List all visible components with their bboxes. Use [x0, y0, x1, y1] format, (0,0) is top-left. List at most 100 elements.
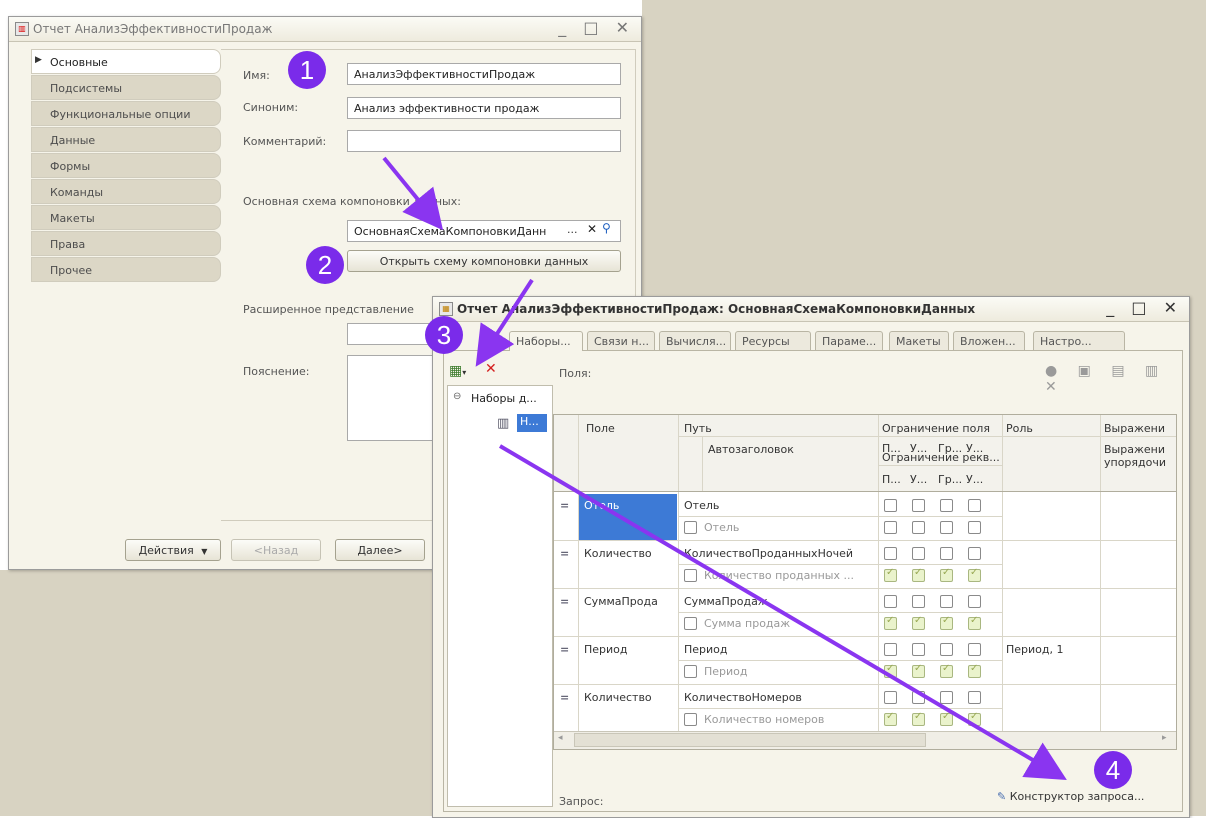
query-builder-icon: ✎ — [997, 790, 1007, 803]
sidebar-tab-6[interactable]: Макеты — [31, 205, 221, 230]
attr-restriction-checkbox[interactable] — [940, 521, 953, 534]
sidebar-tab-8[interactable]: Прочее — [31, 257, 221, 282]
attr-restriction-checkbox[interactable] — [968, 521, 981, 534]
window2-titlebar[interactable]: ▦ Отчет АнализЭффективностиПродаж: Основ… — [433, 297, 1189, 322]
schema-tab-5[interactable]: Макеты — [889, 331, 949, 351]
synonym-input[interactable]: Анализ эффективности продаж — [347, 97, 621, 119]
sidebar-tab-4[interactable]: Формы — [31, 153, 221, 178]
field-restriction-checkbox[interactable] — [912, 643, 925, 656]
explanation-textarea[interactable] — [347, 355, 435, 441]
attr-restriction-checkbox[interactable] — [884, 615, 897, 630]
scroll-thumb[interactable] — [574, 733, 926, 747]
actions-button[interactable]: Действия ▼ — [125, 539, 221, 561]
schema-tab-0[interactable]: Наборы... — [509, 331, 583, 351]
sidebar-tab-0[interactable]: Основные — [31, 49, 221, 74]
schema-tab-2[interactable]: Вычисля... — [659, 331, 731, 351]
tree-collapse-icon[interactable]: ⊖ — [453, 391, 461, 402]
marker-2: 2 — [306, 246, 344, 284]
schema-tab-7[interactable]: Настро... — [1033, 331, 1125, 351]
schema-input[interactable]: ОсновнаяСхемаКомпоновкиДанн — [347, 220, 621, 242]
attr-restriction-checkbox[interactable] — [912, 663, 925, 678]
sidebar-tab-5[interactable]: Команды — [31, 179, 221, 204]
field-restriction-checkbox[interactable] — [912, 691, 925, 704]
attr-restriction-checkbox[interactable] — [968, 567, 981, 582]
attr-restriction-checkbox[interactable] — [940, 567, 953, 582]
field-restriction-checkbox[interactable] — [912, 547, 925, 560]
attr-restriction-checkbox[interactable] — [884, 567, 897, 582]
field-restriction-checkbox[interactable] — [968, 691, 981, 704]
attr-restriction-checkbox[interactable] — [968, 663, 981, 678]
sidebar-tab-3[interactable]: Данные — [31, 127, 221, 152]
sidebar-tab-7[interactable]: Права — [31, 231, 221, 256]
extended-representation-input[interactable] — [347, 323, 435, 345]
field-restriction-checkbox[interactable] — [912, 499, 925, 512]
field-restriction-checkbox[interactable] — [940, 499, 953, 512]
attr-restriction-checkbox[interactable] — [912, 615, 925, 630]
autotitle-checkbox[interactable] — [684, 713, 697, 726]
tree-root[interactable]: Наборы д... — [471, 392, 537, 405]
autotitle-checkbox[interactable] — [684, 521, 697, 534]
name-input[interactable]: АнализЭффективностиПродаж — [347, 63, 621, 85]
attr-restriction-checkbox[interactable] — [884, 521, 897, 534]
field-title: Количество номеров — [704, 713, 825, 726]
query-builder-button[interactable]: ✎ Конструктор запроса... — [997, 790, 1144, 803]
field-restriction-checkbox[interactable] — [912, 595, 925, 608]
delete-icon[interactable]: ✕ — [485, 361, 497, 377]
autotitle-checkbox[interactable] — [684, 617, 697, 630]
field-restriction-checkbox[interactable] — [968, 547, 981, 560]
name-label: Имя: — [243, 69, 270, 82]
field-restriction-checkbox[interactable] — [884, 643, 897, 656]
schema-tab-3[interactable]: Ресурсы — [735, 331, 811, 351]
field-restriction-checkbox[interactable] — [884, 547, 897, 560]
autotitle-checkbox[interactable] — [684, 569, 697, 582]
attr-restriction-checkbox[interactable] — [968, 711, 981, 726]
attr-restriction-checkbox[interactable] — [884, 711, 897, 726]
field-restriction-checkbox[interactable] — [884, 691, 897, 704]
field-title: Количество проданных ... — [704, 569, 854, 582]
sidebar-tab-1[interactable]: Подсистемы — [31, 75, 221, 100]
search-icon[interactable]: ⚲ — [602, 221, 611, 235]
window2-controls[interactable]: _ □ ✕ — [1106, 298, 1183, 317]
query-builder-label: Конструктор запроса... — [1009, 790, 1145, 803]
window-controls[interactable]: _ □ ✕ — [558, 18, 635, 37]
clear-icon[interactable]: ✕ — [587, 222, 597, 236]
tree-child[interactable]: Н... — [517, 414, 547, 432]
field-restriction-checkbox[interactable] — [940, 691, 953, 704]
marker-4: 4 — [1094, 751, 1132, 789]
field-restriction-checkbox[interactable] — [968, 595, 981, 608]
autotitle-checkbox[interactable] — [684, 665, 697, 678]
back-button[interactable]: <Назад — [231, 539, 321, 561]
schema-select-button[interactable]: ... — [567, 223, 578, 236]
scroll-right-icon[interactable]: ▸ — [1162, 733, 1167, 743]
scroll-left-icon[interactable]: ◂ — [558, 733, 563, 743]
next-button[interactable]: Далее> — [335, 539, 425, 561]
schema-tab-1[interactable]: Связи н... — [587, 331, 655, 351]
attr-restriction-checkbox[interactable] — [912, 521, 925, 534]
schema-value: ОсновнаяСхемаКомпоновкиДанн — [354, 225, 547, 238]
field-restriction-checkbox[interactable] — [884, 595, 897, 608]
comment-input[interactable] — [347, 130, 621, 152]
attr-restriction-checkbox[interactable] — [912, 567, 925, 582]
schema-icon: ▦ — [439, 302, 453, 316]
field-restriction-checkbox[interactable] — [940, 547, 953, 560]
window-titlebar[interactable]: ▥ Отчет АнализЭффективностиПродаж _ □ ✕ — [9, 17, 641, 42]
fields-table[interactable]: Поле Путь Автозаголовок Ограничение поля Огр… — [553, 414, 1177, 750]
attr-restriction-checkbox[interactable] — [940, 711, 953, 726]
attr-restriction-checkbox[interactable] — [940, 663, 953, 678]
field-restriction-checkbox[interactable] — [940, 643, 953, 656]
open-schema-button[interactable]: Открыть схему компоновки данных — [347, 250, 621, 272]
field-restriction-checkbox[interactable] — [884, 499, 897, 512]
attr-restriction-checkbox[interactable] — [912, 711, 925, 726]
add-dataset-icon[interactable]: ▦▾ — [449, 363, 466, 379]
field-restriction-checkbox[interactable] — [968, 499, 981, 512]
schema-tab-6[interactable]: Вложен... — [953, 331, 1025, 351]
attr-restriction-checkbox[interactable] — [968, 615, 981, 630]
attr-restriction-checkbox[interactable] — [884, 663, 897, 678]
attr-restriction-checkbox[interactable] — [940, 615, 953, 630]
field-restriction-checkbox[interactable] — [940, 595, 953, 608]
field-restriction-checkbox[interactable] — [968, 643, 981, 656]
schema-label: Основная схема компоновки данных: — [243, 195, 461, 208]
toolbar-icons[interactable]: ● ▣ ▤ ▥ ✕ — [1045, 363, 1189, 395]
schema-tab-4[interactable]: Параме... — [815, 331, 883, 351]
sidebar-tab-2[interactable]: Функциональные опции — [31, 101, 221, 126]
